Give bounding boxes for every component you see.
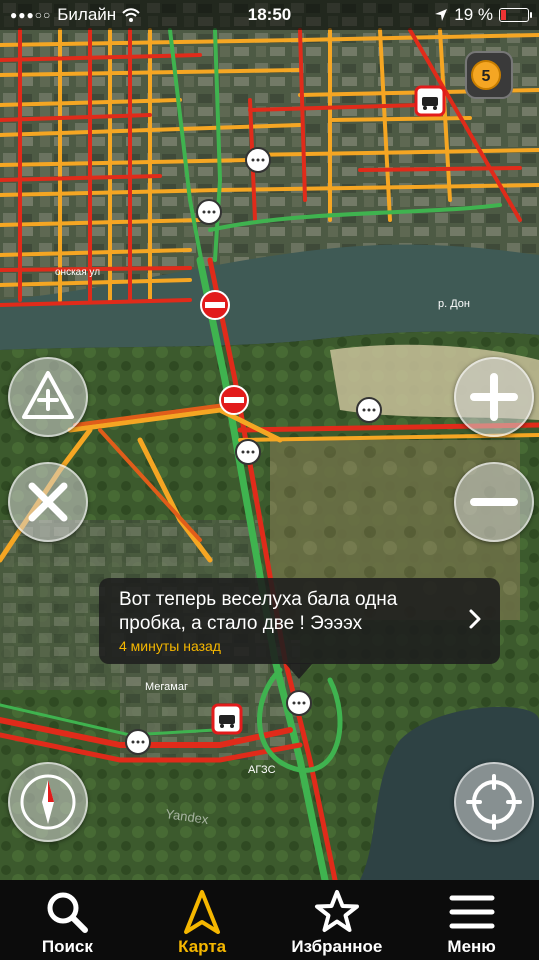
location-arrow-icon: [435, 9, 448, 21]
compass-icon: [20, 774, 76, 830]
tab-map[interactable]: Карта: [135, 880, 270, 960]
my-location-button[interactable]: [454, 762, 534, 842]
chat-marker-icon[interactable]: [196, 199, 222, 225]
close-icon: [28, 482, 68, 522]
battery-icon: [499, 8, 532, 22]
tab-favorites[interactable]: Избранное: [270, 880, 405, 960]
zoom-in-button[interactable]: [454, 357, 534, 437]
river-label: р. Дон: [438, 298, 470, 310]
minus-icon: [470, 498, 518, 506]
traffic-score-button[interactable]: 5: [465, 51, 513, 99]
menu-icon: [449, 895, 495, 929]
chat-marker-icon[interactable]: [235, 439, 261, 465]
chat-marker-icon[interactable]: [125, 729, 151, 755]
tab-label: Поиск: [41, 937, 93, 956]
chevron-right-icon[interactable]: [468, 608, 482, 630]
add-road-event-button[interactable]: [8, 357, 88, 437]
popup-time-ago: 4 минуты назад: [119, 638, 221, 654]
locate-icon: [466, 774, 522, 830]
chat-marker-icon[interactable]: [286, 690, 312, 716]
map-arrow-icon: [184, 890, 221, 934]
map-view[interactable]: р. Дон онская ул Мегамаг АГЗС Yandex 5: [0, 0, 539, 880]
popup-pointer: [285, 663, 313, 679]
tab-menu[interactable]: Меню: [404, 880, 539, 960]
tab-label: Меню: [447, 937, 496, 956]
popup-message: Вот теперь веселуха бала одна пробка, а …: [119, 589, 398, 634]
chat-marker-icon[interactable]: [356, 397, 382, 423]
road-closed-marker[interactable]: [200, 290, 230, 320]
gas-label: АГЗС: [248, 764, 276, 776]
close-layers-button[interactable]: [8, 462, 88, 542]
star-icon: [314, 890, 359, 932]
tab-label: Карта: [178, 937, 227, 956]
road-closed-marker[interactable]: [219, 385, 249, 415]
street-label: онская ул: [55, 267, 100, 278]
plus-icon: [470, 373, 518, 421]
battery-percent: 19 %: [454, 5, 493, 24]
tab-search[interactable]: Поиск: [0, 880, 135, 960]
zoom-out-button[interactable]: [454, 462, 534, 542]
traffic-score-value: 5: [482, 68, 491, 85]
accident-icon[interactable]: [211, 703, 243, 735]
event-popup[interactable]: Вот теперь веселуха бала одна пробка, а …: [99, 578, 500, 664]
search-icon: [47, 892, 89, 933]
chat-marker-icon[interactable]: [245, 147, 271, 173]
tab-bar: Поиск Карта Избранное Меню: [0, 880, 539, 960]
accident-icon[interactable]: [414, 85, 446, 117]
status-bar: ●●●○○ Билайн 18:50 19 %: [0, 0, 539, 30]
store-label: Мегамаг: [145, 681, 188, 693]
compass-button[interactable]: [8, 762, 88, 842]
add-event-triangle-icon: [22, 371, 74, 419]
tab-label: Избранное: [291, 937, 383, 956]
